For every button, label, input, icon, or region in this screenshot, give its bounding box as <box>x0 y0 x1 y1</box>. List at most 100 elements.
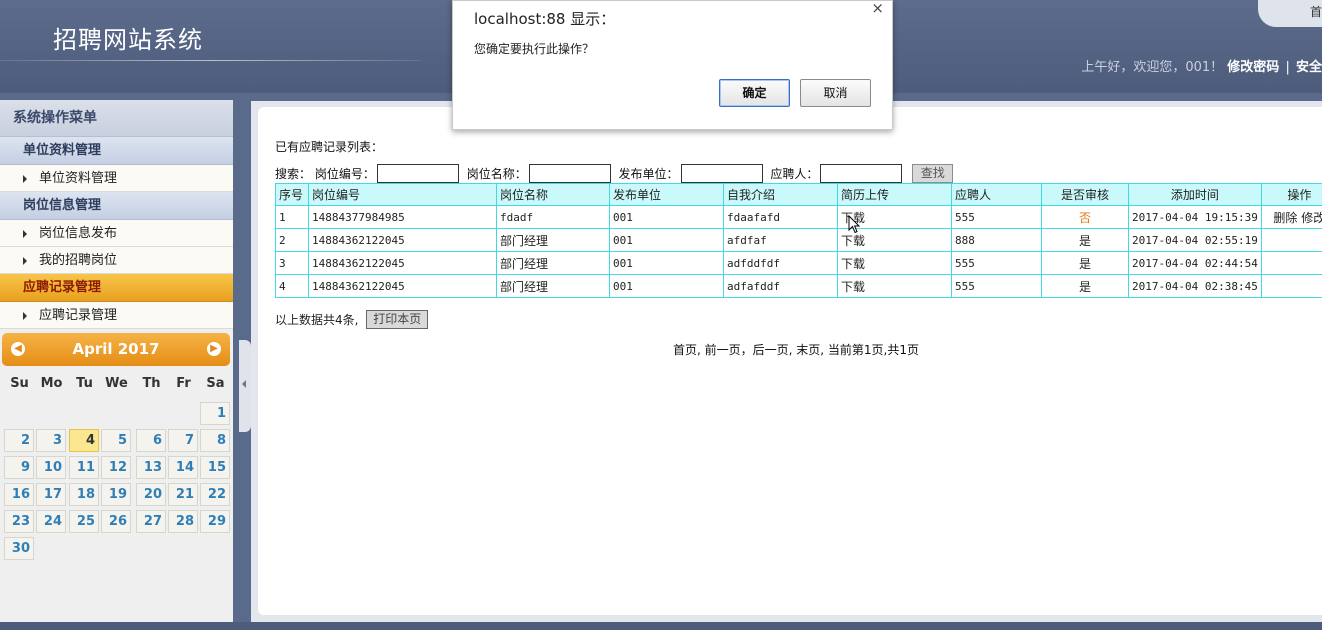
arrow-right-icon <box>23 230 27 238</box>
calendar-weekday: Mo <box>40 376 63 391</box>
calendar-weekday: Fr <box>176 376 191 391</box>
menu-item-unit-info[interactable]: 单位资料管理 <box>0 165 233 192</box>
dialog-title: localhost:88 显示： <box>474 10 616 28</box>
row-actions[interactable]: 删除 修改 <box>1260 205 1322 229</box>
menu-group-unit-info[interactable]: 单位资料管理 <box>0 137 233 165</box>
cell-applicant: 555 <box>951 205 1042 229</box>
calendar-day[interactable]: 26 <box>101 510 131 533</box>
column-header: 操作 <box>1260 183 1322 206</box>
pagination[interactable]: 首页, 前一页，后一页, 末页, 当前第1页,共1页 <box>673 341 919 358</box>
resume-download-link[interactable]: 下载 <box>837 251 952 275</box>
calendar-day[interactable]: 10 <box>36 456 66 479</box>
menu-item-label: 应聘记录管理 <box>39 308 118 323</box>
calendar-day[interactable]: 6 <box>136 429 166 452</box>
bottom-bar <box>0 622 1322 630</box>
calendar-day[interactable]: 5 <box>101 429 131 452</box>
calendar-day[interactable]: 24 <box>36 510 66 533</box>
job-name-input[interactable] <box>528 164 611 183</box>
cell-intro: adfafddf <box>723 274 838 298</box>
calendar-day[interactable]: 28 <box>168 510 198 533</box>
calendar-day[interactable]: 30 <box>4 537 34 560</box>
publisher-input[interactable] <box>680 164 763 183</box>
cell-code: 14884362122045 <box>308 251 497 275</box>
calendar-weekday: We <box>105 376 128 391</box>
close-icon[interactable]: × <box>871 0 884 17</box>
title-divider <box>0 60 420 61</box>
mouse-cursor-icon <box>848 214 861 234</box>
list-title: 已有应聘记录列表： <box>275 140 384 154</box>
total-count-text: 以上数据共4条, <box>275 313 359 327</box>
cell-time: 2017-04-04 02:55:19 <box>1128 228 1262 252</box>
calendar-day[interactable]: 1 <box>200 402 230 425</box>
menu-title: 系统操作菜单 <box>0 100 233 137</box>
calendar-day[interactable]: 4 <box>69 429 99 452</box>
cell-name: 部门经理 <box>496 228 610 252</box>
confirm-dialog: localhost:88 显示： × 您确定要执行此操作？ 确定 取消 <box>452 0 893 130</box>
change-password-link[interactable]: 修改密码 <box>1227 60 1279 75</box>
column-header: 应聘人 <box>951 183 1042 206</box>
calendar-day[interactable]: 14 <box>168 456 198 479</box>
home-tab[interactable]: 首 <box>1258 0 1322 27</box>
calendar-day[interactable]: 18 <box>69 483 99 506</box>
arrow-right-icon <box>23 175 27 183</box>
calendar-day[interactable]: 16 <box>4 483 34 506</box>
calendar-day[interactable]: 8 <box>200 429 230 452</box>
menu-item-application-records[interactable]: 应聘记录管理 <box>0 302 233 329</box>
table-header-row: 序号 岗位编号 岗位名称 发布单位 自我介绍 简历上传 应聘人 是否审核 添加时… <box>275 183 1322 206</box>
cell-no: 2 <box>275 228 309 252</box>
content-area: 已有应聘记录列表： 搜索： 岗位编号： 岗位名称： 发布单位： 应聘人： 查找 … <box>251 101 1322 622</box>
calendar-day[interactable]: 7 <box>168 429 198 452</box>
calendar-day[interactable]: 17 <box>36 483 66 506</box>
calendar-day[interactable]: 19 <box>101 483 131 506</box>
search-bar: 搜索： 岗位编号： 岗位名称： 发布单位： 应聘人： 查找 <box>275 164 954 183</box>
confirm-button[interactable]: 确定 <box>719 79 790 107</box>
menu-group-job-info[interactable]: 岗位信息管理 <box>0 192 233 220</box>
calendar-day[interactable]: 12 <box>101 456 131 479</box>
site-title: 招聘网站系统 <box>53 26 203 54</box>
calendar-day[interactable]: 20 <box>136 483 166 506</box>
cell-applicant: 555 <box>951 251 1042 275</box>
calendar-day[interactable]: 13 <box>136 456 166 479</box>
print-button[interactable]: 打印本页 <box>366 310 429 329</box>
job-code-input[interactable] <box>376 164 459 183</box>
calendar-weekday: Sa <box>206 376 225 391</box>
column-header: 岗位名称 <box>496 183 610 206</box>
calendar-day[interactable]: 23 <box>4 510 34 533</box>
resume-download-link[interactable]: 下载 <box>837 274 952 298</box>
search-button[interactable]: 查找 <box>912 164 954 183</box>
cancel-button[interactable]: 取消 <box>800 79 871 107</box>
cell-time: 2017-04-04 02:38:45 <box>1128 274 1262 298</box>
job-code-label: 岗位编号： <box>314 167 375 181</box>
cell-unit: 001 <box>609 274 724 298</box>
security-exit-link[interactable]: 安全 <box>1296 60 1322 75</box>
table-row: 4 14884362122045 部门经理 001 adfafddf 下载 55… <box>275 274 1322 298</box>
calendar-day[interactable]: 2 <box>4 429 34 452</box>
calendar-day[interactable]: 22 <box>200 483 230 506</box>
table-row: 3 14884362122045 部门经理 001 adfddfdf 下载 55… <box>275 251 1322 275</box>
home-tab-label[interactable]: 首 <box>1310 3 1322 20</box>
cell-no: 4 <box>275 274 309 298</box>
audit-status: 是 <box>1041 228 1129 252</box>
chevron-right-icon[interactable]: ▶ <box>207 342 221 356</box>
calendar-day[interactable]: 21 <box>168 483 198 506</box>
calendar-day[interactable]: 15 <box>200 456 230 479</box>
sidebar-toggle[interactable] <box>239 340 251 432</box>
cell-unit: 001 <box>609 228 724 252</box>
calendar-day[interactable]: 25 <box>69 510 99 533</box>
menu-item-label: 岗位信息发布 <box>39 226 118 241</box>
calendar-day[interactable]: 29 <box>200 510 230 533</box>
calendar-day[interactable]: 27 <box>136 510 166 533</box>
menu-item-label: 单位资料管理 <box>39 171 118 186</box>
applicant-input[interactable] <box>820 164 903 183</box>
column-header: 添加时间 <box>1128 183 1262 206</box>
calendar-day[interactable]: 11 <box>69 456 99 479</box>
calendar-weekday: Tu <box>76 376 93 391</box>
arrow-right-icon <box>23 312 27 320</box>
menu-item-publish-job[interactable]: 岗位信息发布 <box>0 220 233 247</box>
calendar-day[interactable]: 9 <box>4 456 34 479</box>
menu-group-application-records[interactable]: 应聘记录管理 <box>0 274 233 302</box>
menu-item-my-jobs[interactable]: 我的招聘岗位 <box>0 247 233 274</box>
calendar-weekdays: Su Mo Tu We Th Fr Sa <box>2 376 230 392</box>
audit-status[interactable]: 否 <box>1041 205 1129 229</box>
calendar-day[interactable]: 3 <box>36 429 66 452</box>
